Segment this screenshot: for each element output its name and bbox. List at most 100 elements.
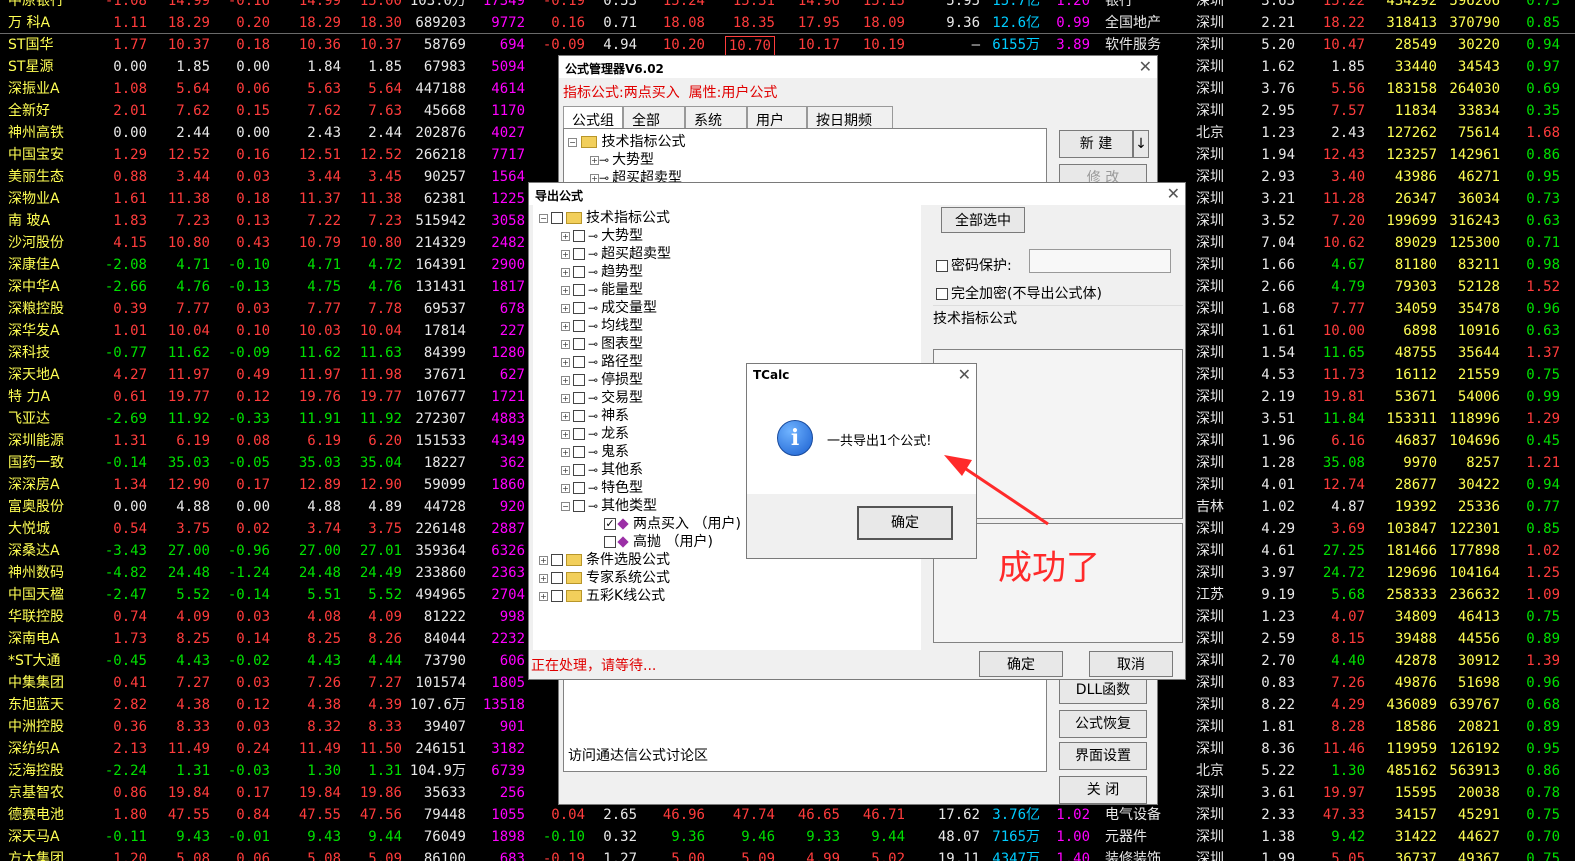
tree-checkbox[interactable]	[573, 248, 585, 260]
tree-checkbox[interactable]	[573, 374, 585, 386]
tree-node-type[interactable]: − ⊸ 其他类型	[561, 497, 657, 515]
tree-checkbox[interactable]	[573, 302, 585, 314]
expand-icon[interactable]: +	[539, 591, 548, 601]
tree-checkbox[interactable]	[573, 266, 585, 278]
tree-node-type[interactable]: + ⊸ 均线型	[561, 317, 643, 335]
new-dropdown-arrow[interactable]: ↓	[1133, 130, 1149, 158]
collapse-icon[interactable]: −	[568, 137, 577, 147]
tree-checkbox[interactable]	[573, 428, 585, 440]
tree-node-type[interactable]: + ⊸ 鬼系	[561, 443, 629, 461]
quote-row[interactable]: 中原银行 -1.08 14.99 -0.16 14.99 15.00 103.0万 17349…	[0, 0, 1575, 12]
password-checkbox[interactable]	[936, 260, 948, 272]
full-encrypt-option[interactable]: 完全加密(不导出公式体)	[933, 283, 1102, 303]
quote-row[interactable]: ST国华 1.77 10.37 0.18 10.36 10.37 58769 694 -0.09…	[0, 34, 1575, 56]
expand-icon[interactable]: +	[561, 447, 570, 457]
tree-node-type[interactable]: + ⊸ 神系	[561, 407, 629, 425]
export-cancel-button[interactable]: 取消	[1089, 651, 1173, 677]
full-encrypt-checkbox[interactable]	[936, 288, 948, 300]
tree-node-type[interactable]: + ⊸ 趋势型	[561, 263, 643, 281]
tab-system[interactable]: 系统	[685, 106, 747, 130]
dll-function-button[interactable]: DLL函数	[1059, 676, 1147, 704]
expand-icon[interactable]: +	[561, 375, 570, 385]
expand-icon[interactable]: +	[561, 267, 570, 277]
tree-checkbox[interactable]	[551, 590, 563, 602]
quote-row[interactable]: 深天马A -0.11 9.43 -0.01 9.43 9.44 76049 1898 -0.10…	[0, 826, 1575, 848]
quote-cell: 18.09	[862, 15, 905, 31]
expand-icon[interactable]: +	[539, 555, 548, 565]
tree-node-type[interactable]: + ⊸ 图表型	[561, 335, 643, 353]
interface-settings-button[interactable]: 界面设置	[1059, 742, 1147, 770]
tree-node-type[interactable]: + ⊸ 路径型	[561, 353, 643, 371]
tree-checkbox[interactable]	[551, 554, 563, 566]
formula-restore-button[interactable]: 公式恢复	[1059, 710, 1147, 738]
tree-checkbox[interactable]	[573, 464, 585, 476]
tree-node-type[interactable]: + ⊸ 成交量型	[561, 299, 657, 317]
tree-node-tech-indicators[interactable]: − 技术指标公式	[568, 133, 685, 151]
expand-icon[interactable]: +	[561, 303, 570, 313]
expand-icon[interactable]: +	[539, 573, 548, 583]
quote-row[interactable]: 德赛电池 1.80 47.55 0.84 47.55 47.56 79448 1055 0.04…	[0, 804, 1575, 826]
tree-checkbox[interactable]	[573, 410, 585, 422]
tree-checkbox[interactable]	[573, 500, 585, 512]
password-input[interactable]	[1029, 249, 1171, 273]
tree-node-user-formula[interactable]: ✓ 两点买入 （用户)	[601, 515, 741, 533]
tree-checkbox[interactable]	[551, 572, 563, 584]
export-ok-button[interactable]: 确定	[979, 651, 1063, 677]
expand-icon[interactable]: +	[561, 393, 570, 403]
expand-icon[interactable]: +	[561, 429, 570, 439]
collapse-icon[interactable]: −	[539, 213, 548, 223]
tree-checkbox[interactable]	[573, 320, 585, 332]
quote-cell: 264030	[1449, 81, 1500, 97]
close-icon[interactable]: ✕	[1167, 184, 1180, 203]
tree-checkbox[interactable]	[604, 536, 616, 548]
tree-node-type[interactable]: + ⊸ 能量型	[561, 281, 643, 299]
tree-checkbox[interactable]	[551, 212, 563, 224]
tree-checkbox[interactable]: ✓	[604, 518, 616, 530]
collapse-icon[interactable]: −	[561, 501, 570, 511]
expand-icon[interactable]: +	[561, 357, 570, 367]
tree-checkbox[interactable]	[573, 338, 585, 350]
tab-user[interactable]: 用户	[747, 106, 807, 130]
tree-checkbox[interactable]	[573, 446, 585, 458]
tree-node-type[interactable]: + ⊸ 停损型	[561, 371, 643, 389]
tree-node-type[interactable]: + ⊸ 龙系	[561, 425, 629, 443]
tab-all[interactable]: 全部	[623, 106, 685, 130]
close-icon[interactable]: ✕	[1139, 57, 1152, 76]
tree-node-group[interactable]: + 五彩K线公式	[539, 587, 665, 605]
tree-checkbox[interactable]	[573, 482, 585, 494]
expand-icon[interactable]: +	[561, 339, 570, 349]
expand-icon[interactable]: +	[561, 231, 570, 241]
forum-link[interactable]: 访问通达信公式讨论区	[568, 745, 708, 765]
tree-node-group[interactable]: + 条件选股公式	[539, 551, 670, 569]
expand-icon[interactable]: +	[561, 321, 570, 331]
tree-checkbox[interactable]	[573, 392, 585, 404]
close-icon[interactable]: ✕	[958, 365, 971, 384]
expand-icon[interactable]: +	[561, 411, 570, 421]
select-all-button[interactable]: 全部选中	[941, 207, 1025, 233]
expand-icon[interactable]: +	[561, 483, 570, 493]
tree-checkbox[interactable]	[573, 284, 585, 296]
tree-node-root[interactable]: − 技术指标公式	[539, 209, 670, 227]
expand-icon[interactable]: +	[590, 155, 599, 165]
close-button[interactable]: 关 闭	[1059, 776, 1147, 804]
quote-row[interactable]: 方大集团 1.20 5.08 0.06 5.08 5.09 86100 683 -0.19 1.2…	[0, 848, 1575, 861]
expand-icon[interactable]: +	[561, 249, 570, 259]
tree-node-type[interactable]: + ⊸ 其他系	[561, 461, 643, 479]
tree-node-group[interactable]: + 专家系统公式	[539, 569, 670, 587]
tree-node-type[interactable]: + ⊸ 交易型	[561, 389, 643, 407]
tree-node-user-formula[interactable]: 高抛 （用户)	[601, 533, 713, 551]
password-option[interactable]: 密码保护:	[933, 255, 1012, 275]
tree-node-type[interactable]: + ⊸ 超买超卖型	[561, 245, 671, 263]
tree-checkbox[interactable]	[573, 230, 585, 242]
tree-checkbox[interactable]	[573, 356, 585, 368]
tab-formula-group[interactable]: 公式组	[563, 106, 623, 130]
tcalc-ok-button[interactable]: 确定	[857, 506, 953, 540]
tree-node-market[interactable]: +⊸ 大势型	[590, 151, 654, 169]
tree-node-type[interactable]: + ⊸ 大势型	[561, 227, 643, 245]
expand-icon[interactable]: +	[561, 285, 570, 295]
quote-row[interactable]: 万 科A 1.11 18.29 0.20 18.29 18.30 689203 9772 0.1…	[0, 12, 1575, 34]
new-button[interactable]: 新 建	[1059, 130, 1133, 158]
expand-icon[interactable]: +	[561, 465, 570, 475]
tree-node-type[interactable]: + ⊸ 特色型	[561, 479, 643, 497]
tab-date-frequency[interactable]: 按日期频度	[807, 106, 893, 149]
